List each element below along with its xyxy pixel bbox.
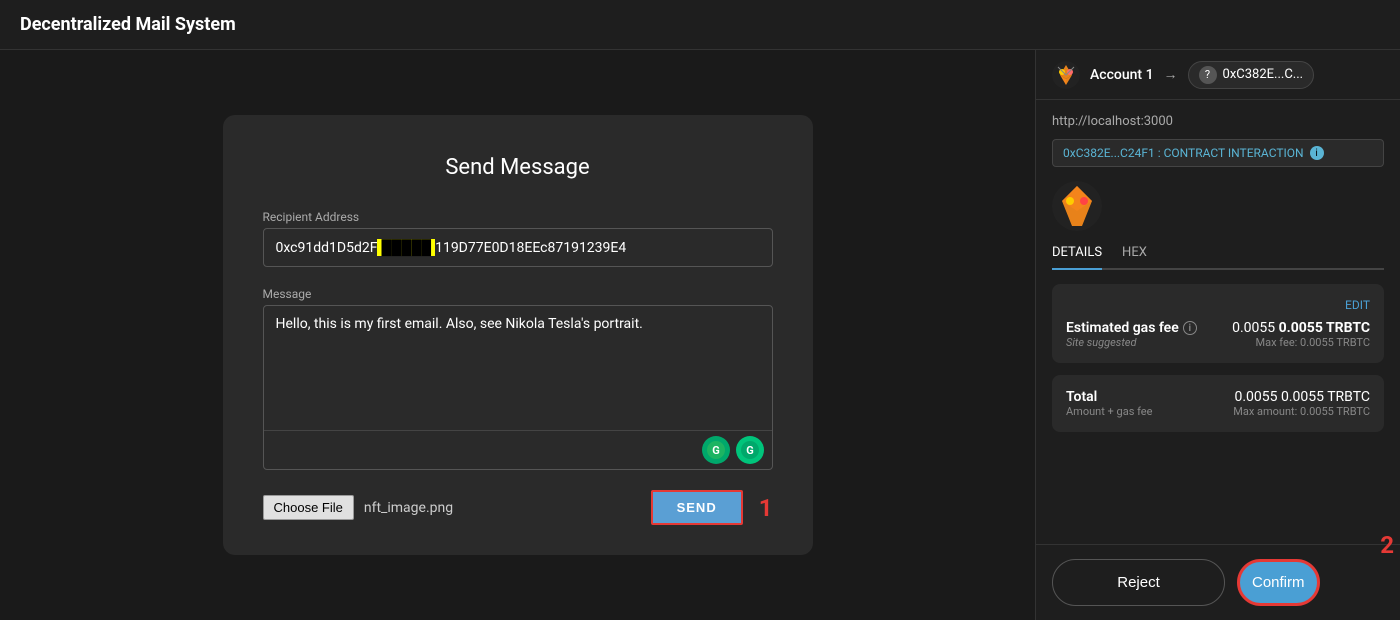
total-row: Total Amount + gas fee 0.0055 0.0055 TRB…	[1066, 389, 1370, 418]
send-group: SEND 1	[651, 490, 773, 525]
gas-fee-card: EDIT Estimated gas fee i Site suggested …	[1052, 284, 1384, 363]
send-message-card: Send Message Recipient Address 0xc91dd1D…	[223, 115, 813, 555]
tab-hex[interactable]: HEX	[1122, 245, 1147, 270]
arrow-right-icon: →	[1164, 66, 1178, 83]
contract-badge: 0xC382E...C24F1 : CONTRACT INTERACTION i	[1052, 139, 1384, 167]
grammarly-icon-1: G	[702, 436, 730, 464]
recipient-highlight: █████	[377, 239, 435, 256]
file-input-group: Choose File nft_image.png	[263, 495, 454, 520]
message-input[interactable]: Hello, this is my first email. Also, see…	[264, 306, 772, 426]
gas-fee-info-icon[interactable]: i	[1183, 321, 1197, 335]
app-header: Decentralized Mail System	[0, 0, 1400, 50]
annotation-2: 2	[1380, 531, 1394, 559]
recipient-prefix: 0xc91dd1D5d2F	[276, 240, 378, 256]
account-name: Account 1	[1090, 67, 1154, 83]
total-amount: 0.0055 0.0055 TRBTC	[1234, 389, 1370, 405]
total-sublabel: Amount + gas fee	[1066, 405, 1152, 418]
contract-text: 0xC382E...C24F1 : CONTRACT INTERACTION	[1063, 146, 1304, 160]
tabs-row: DETAILS HEX	[1052, 245, 1384, 270]
confirm-wrapper: Confirm 2	[1237, 559, 1384, 606]
account-avatar	[1052, 181, 1102, 231]
action-buttons: Reject Confirm 2	[1036, 544, 1400, 620]
svg-text:G: G	[746, 444, 754, 457]
total-right: 0.0055 0.0055 TRBTC Max amount: 0.0055 T…	[1233, 389, 1370, 418]
gas-fee-sublabel: Site suggested	[1066, 336, 1197, 349]
send-message-title: Send Message	[263, 155, 773, 180]
address-short: 0xC382E...C...	[1223, 67, 1304, 82]
site-url: http://localhost:3000	[1052, 114, 1384, 129]
total-left: Total Amount + gas fee	[1066, 389, 1152, 418]
metamask-header: Account 1 → ? 0xC382E...C...	[1036, 50, 1400, 100]
question-icon: ?	[1199, 66, 1217, 84]
gas-fee-label: Estimated gas fee i	[1066, 320, 1197, 336]
gas-max-fee: Max fee: 0.0055 TRBTC	[1256, 336, 1370, 349]
gas-fee-left: Estimated gas fee i Site suggested	[1066, 320, 1197, 349]
total-max-amount: Max amount: 0.0055 TRBTC	[1233, 405, 1370, 418]
contract-info-icon[interactable]: i	[1310, 146, 1324, 160]
gas-fee-row: Estimated gas fee i Site suggested 0.005…	[1066, 320, 1370, 349]
message-group: Message Hello, this is my first email. A…	[263, 287, 773, 470]
message-label: Message	[263, 287, 773, 301]
metamask-logo	[1052, 61, 1080, 89]
send-button[interactable]: SEND	[651, 490, 743, 525]
total-card: Total Amount + gas fee 0.0055 0.0055 TRB…	[1052, 375, 1384, 432]
recipient-address-display: 0xc91dd1D5d2F█████119D77E0D18EEc87191239…	[263, 228, 773, 267]
main-content: Send Message Recipient Address 0xc91dd1D…	[0, 50, 1400, 620]
grammarly-footer: G G	[264, 430, 772, 469]
total-label: Total	[1066, 389, 1152, 405]
annotation-1: 1	[759, 494, 773, 522]
gas-fee-header: EDIT	[1066, 298, 1370, 312]
address-badge: ? 0xC382E...C...	[1188, 61, 1315, 89]
reject-button[interactable]: Reject	[1052, 559, 1225, 606]
svg-text:G: G	[712, 444, 720, 457]
recipient-suffix: 119D77E0D18EEc87191239E4	[435, 240, 626, 256]
confirm-button[interactable]: Confirm	[1237, 559, 1320, 606]
grammarly-icon-2: G	[736, 436, 764, 464]
gas-fee-right: 0.0055 0.0055 TRBTC Max fee: 0.0055 TRBT…	[1232, 320, 1370, 349]
metamask-panel: Account 1 → ? 0xC382E...C... http://loca…	[1035, 50, 1400, 620]
choose-file-button[interactable]: Choose File	[263, 495, 354, 520]
tab-details[interactable]: DETAILS	[1052, 245, 1102, 270]
gas-amount: 0.0055 0.0055 TRBTC	[1232, 320, 1370, 336]
file-send-row: Choose File nft_image.png SEND 1	[263, 490, 773, 525]
recipient-label: Recipient Address	[263, 210, 773, 224]
left-panel: Send Message Recipient Address 0xc91dd1D…	[0, 50, 1035, 620]
file-name-display: nft_image.png	[364, 500, 453, 516]
recipient-group: Recipient Address 0xc91dd1D5d2F█████119D…	[263, 210, 773, 267]
metamask-body: http://localhost:3000 0xC382E...C24F1 : …	[1036, 100, 1400, 544]
app-title: Decentralized Mail System	[20, 14, 236, 35]
grammarly-icons: G G	[702, 436, 764, 464]
edit-link[interactable]: EDIT	[1345, 298, 1370, 312]
message-textarea-wrapper: Hello, this is my first email. Also, see…	[263, 305, 773, 470]
